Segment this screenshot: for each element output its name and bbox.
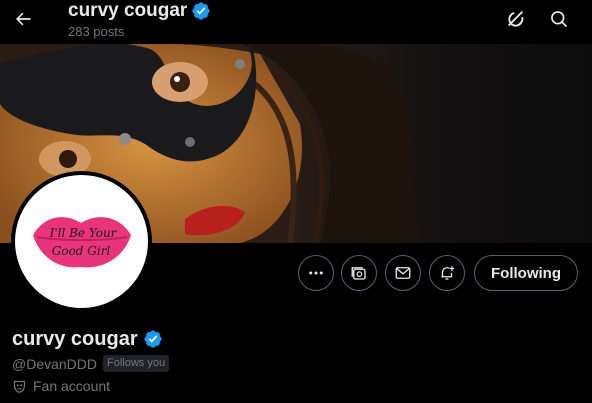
grok-button[interactable]: [503, 6, 529, 32]
category-row: Fan account: [12, 378, 110, 394]
profile-display-name: curvy cougar: [12, 328, 138, 350]
back-arrow-icon: [16, 12, 31, 26]
lips-print: [33, 217, 131, 268]
header-title-row: curvy cougar: [68, 1, 211, 21]
profile-handle: @DevanDDD: [12, 355, 98, 372]
search-button[interactable]: [546, 6, 572, 32]
profile-header: curvy cougar 283 posts: [0, 0, 592, 44]
more-icon: [309, 271, 323, 275]
subscribe-icon: [351, 267, 366, 280]
avatar-image: I'll Be Your Good Girl: [15, 175, 148, 308]
handle-row: @DevanDDD Follows you: [12, 355, 170, 372]
profile-avatar[interactable]: I'll Be Your Good Girl: [11, 171, 152, 312]
header-post-count: 283 posts: [68, 24, 125, 39]
message-icon: [395, 267, 411, 279]
avatar-text-line1: I'll Be Your: [49, 226, 118, 240]
header-display-name: curvy cougar: [68, 0, 188, 21]
verified-badge-icon: [144, 330, 162, 348]
profile-category: Fan account: [33, 378, 111, 394]
grok-icon: [508, 11, 524, 27]
notify-bell-icon: [441, 266, 455, 280]
search-icon: [551, 11, 568, 28]
fan-account-mask-icon: [13, 380, 26, 393]
following-button[interactable]: Following: [474, 255, 578, 291]
follows-you-badge: Follows you: [103, 355, 170, 372]
verified-badge-icon: [192, 2, 210, 20]
message-button[interactable]: [385, 255, 421, 291]
more-button[interactable]: [298, 255, 334, 291]
profile-name-row: curvy cougar: [12, 327, 163, 351]
back-button[interactable]: [8, 4, 38, 34]
subscribe-button[interactable]: [341, 255, 377, 291]
notify-button[interactable]: [429, 255, 465, 291]
avatar-text-line2: Good Girl: [52, 244, 111, 258]
